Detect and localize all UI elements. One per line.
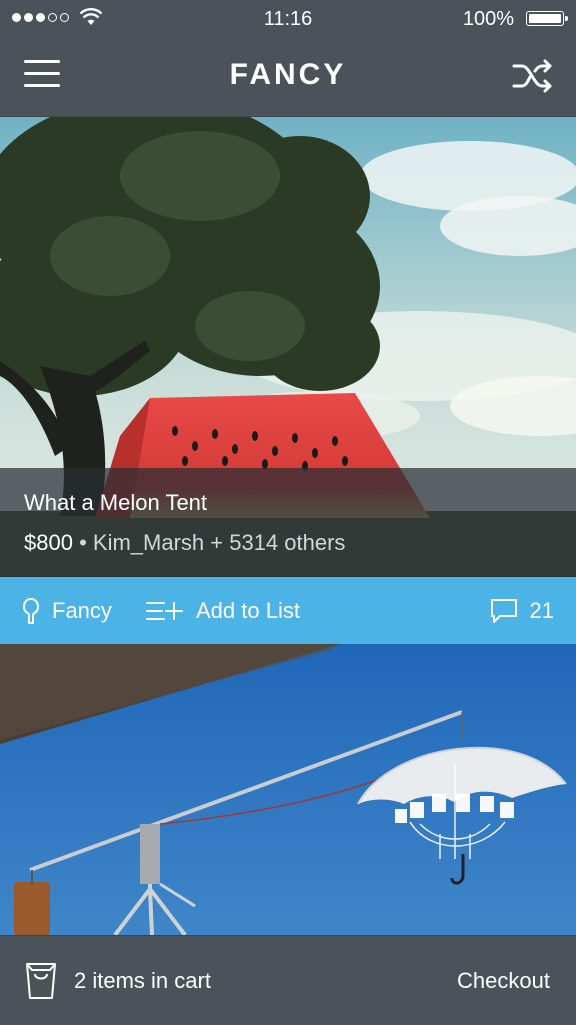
- navigation-bar: FANCY: [0, 38, 576, 116]
- shuffle-icon[interactable]: [512, 58, 554, 94]
- app-title: FANCY: [229, 58, 347, 91]
- comments-button[interactable]: 21: [490, 577, 554, 644]
- shopping-bag-icon: [26, 962, 56, 999]
- battery-icon: [526, 11, 568, 26]
- feed-item[interactable]: What a Melon Tent $800 • Kim_Marsh + 531…: [0, 116, 576, 576]
- add-to-list-icon: [146, 601, 183, 620]
- item-meta: $800 • Kim_Marsh + 5314 others: [24, 530, 345, 556]
- fancy-button[interactable]: Fancy: [22, 577, 112, 644]
- feed-item[interactable]: [0, 644, 576, 935]
- add-to-list-label: Add to List: [196, 597, 300, 623]
- item-caption: What a Melon Tent $800 • Kim_Marsh + 531…: [0, 468, 576, 576]
- fancy-label: Fancy: [52, 597, 112, 623]
- item-action-bar: Fancy Add to List 21: [0, 577, 576, 644]
- add-to-list-button[interactable]: Add to List: [146, 577, 300, 644]
- fancy-tag-icon: [23, 597, 39, 624]
- cart-summary-button[interactable]: 2 items in cart: [24, 936, 211, 1025]
- item-title[interactable]: What a Melon Tent: [24, 490, 207, 516]
- battery-percent: 100%: [462, 8, 514, 30]
- top-bar: 11:16 100% FANCY: [0, 0, 576, 117]
- cart-summary: 2 items in cart: [74, 967, 211, 993]
- item-attribution[interactable]: Kim_Marsh + 5314 others: [93, 530, 346, 555]
- cart-bar: 2 items in cart Checkout: [0, 935, 576, 1025]
- status-bar: 11:16 100%: [0, 0, 576, 38]
- meta-separator: •: [79, 530, 87, 555]
- item-price: $800: [24, 530, 73, 555]
- checkout-button[interactable]: Checkout: [457, 936, 550, 1025]
- product-photo-umbrella-chandelier: [0, 644, 576, 935]
- comment-count: 21: [529, 597, 554, 623]
- comment-bubble-icon: [490, 598, 517, 623]
